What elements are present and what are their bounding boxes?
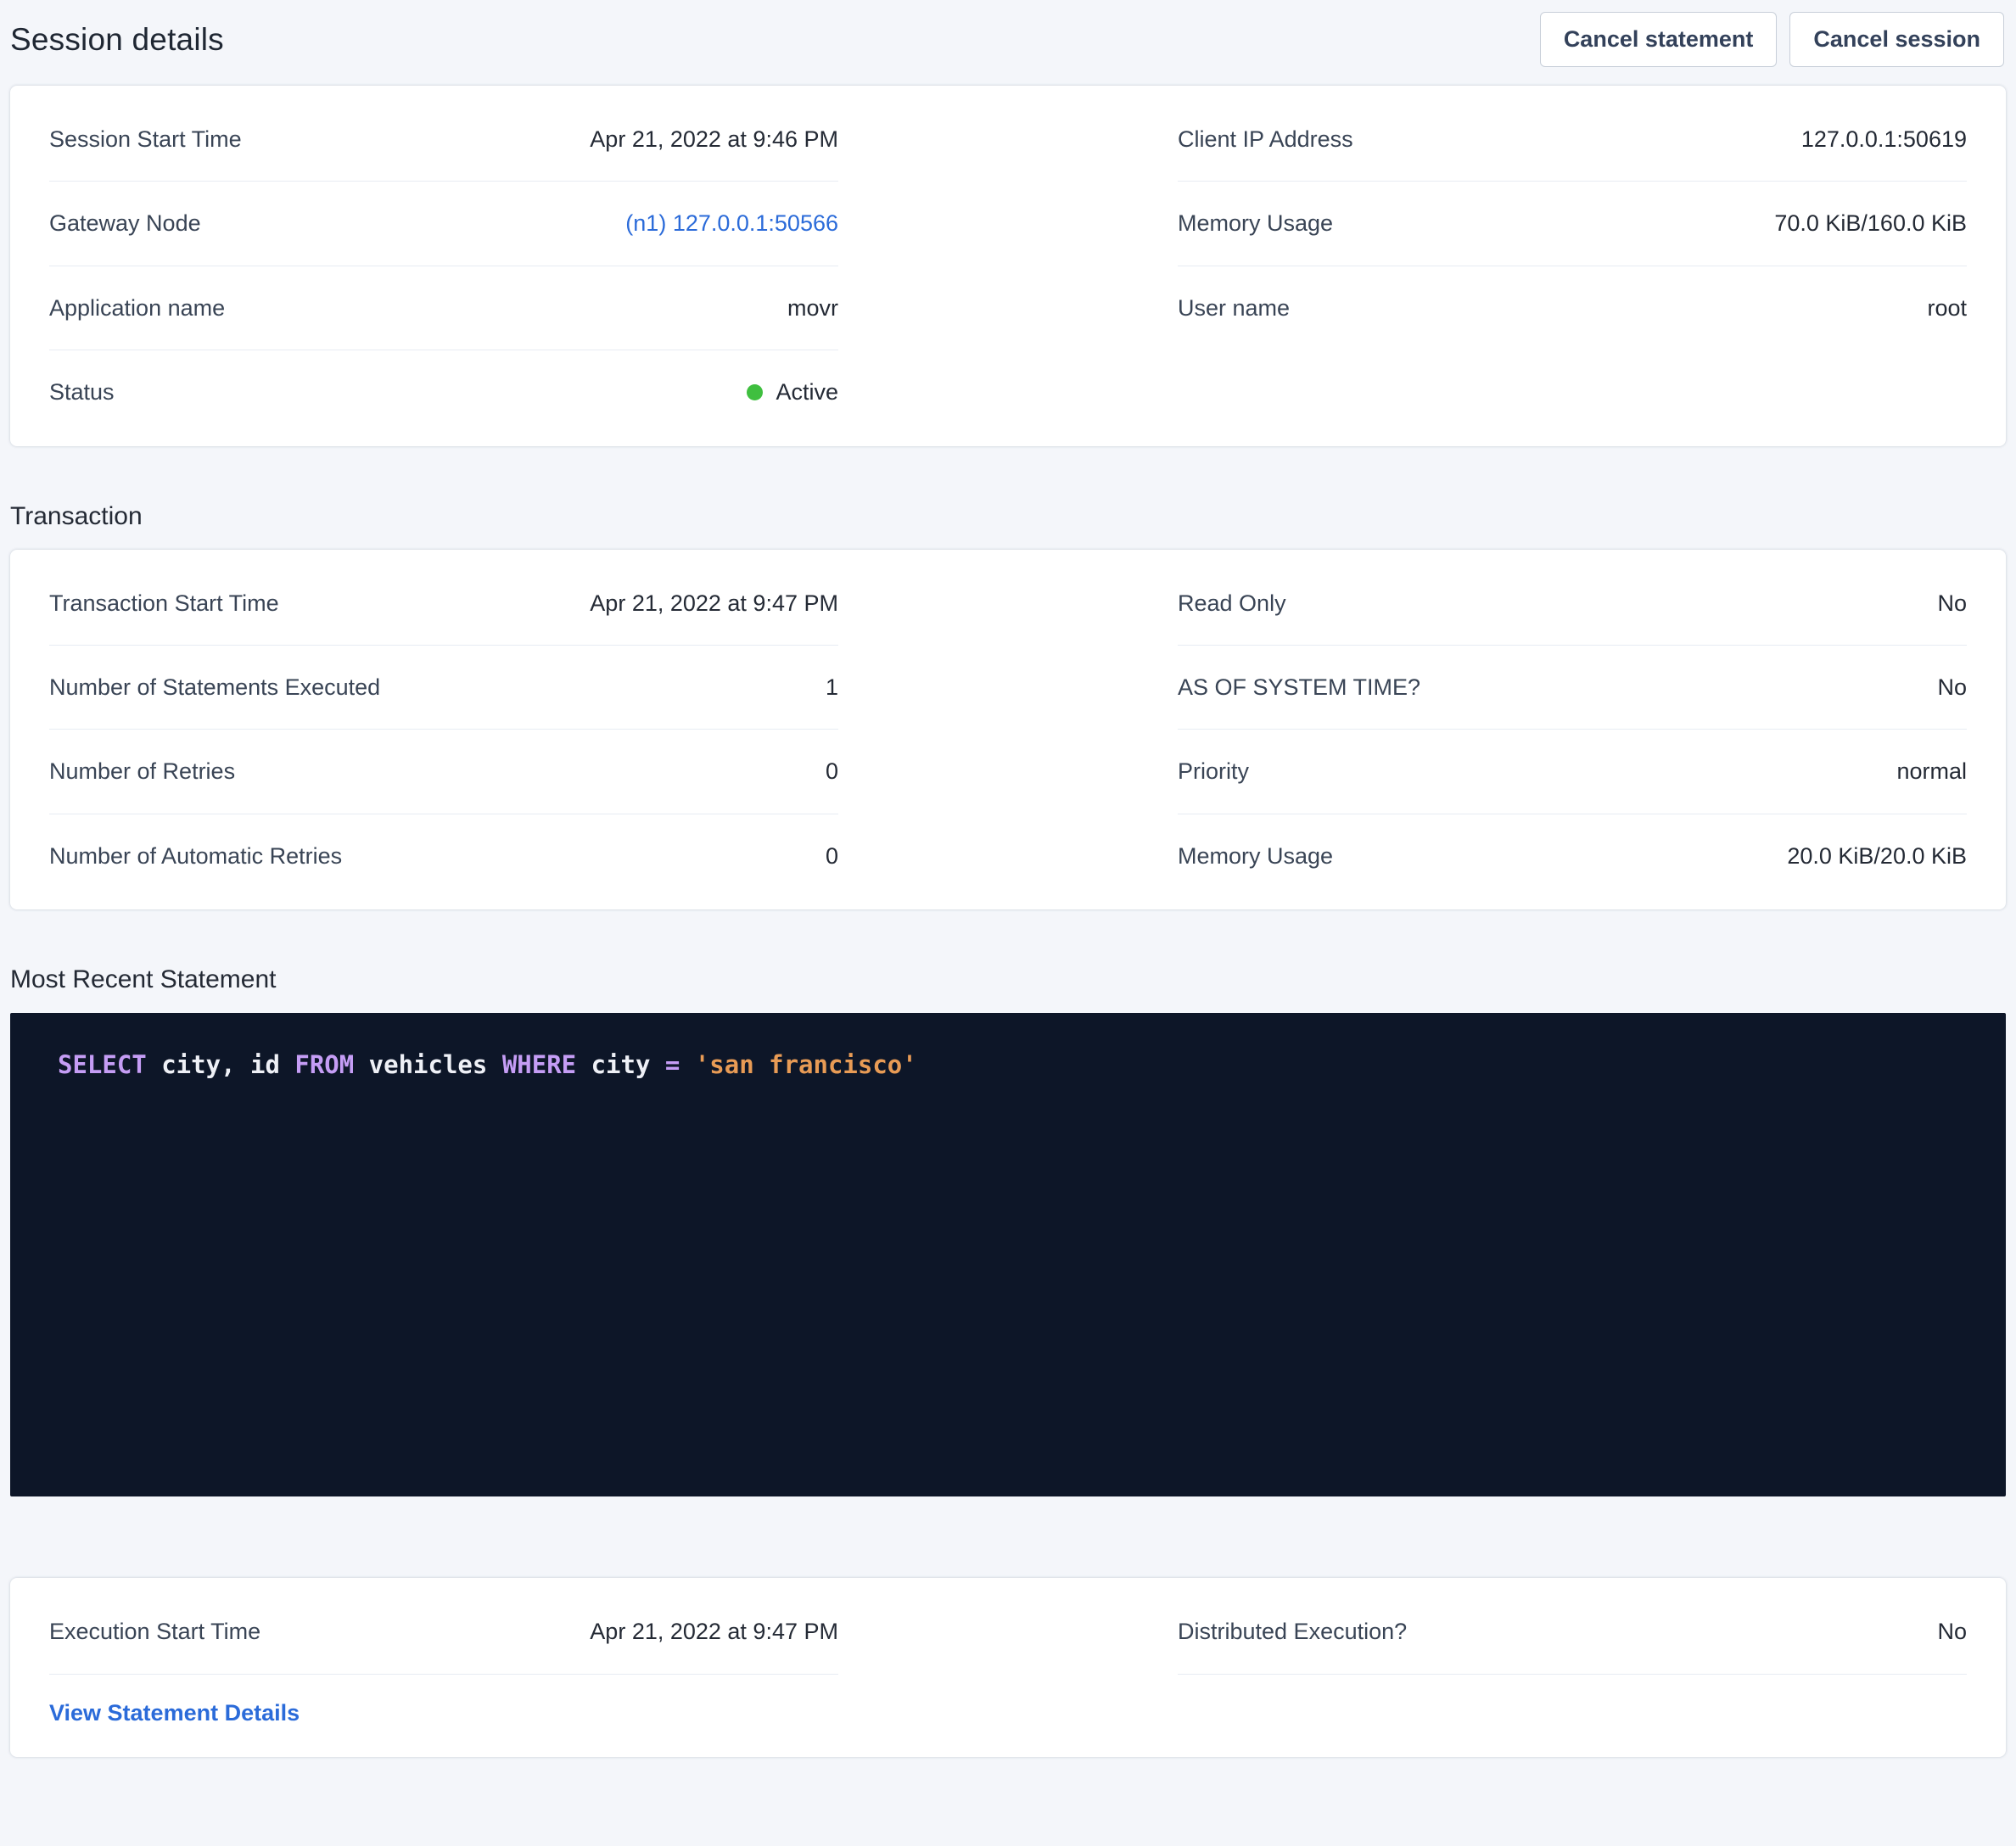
row-label: AS OF SYSTEM TIME? <box>1178 674 1420 701</box>
cancel-session-button[interactable]: Cancel session <box>1789 12 2004 67</box>
row-label: Memory Usage <box>1178 842 1333 870</box>
gateway-node-link[interactable]: (n1) 127.0.0.1:50566 <box>625 210 838 237</box>
sql-token-string: 'san francisco' <box>695 1050 917 1079</box>
automatic-retries-row: Number of Automatic Retries 0 <box>49 814 838 898</box>
row-label: Number of Automatic Retries <box>49 842 342 870</box>
client-ip-row: Client IP Address 127.0.0.1:50619 <box>1178 98 1967 182</box>
execution-card: Execution Start Time Apr 21, 2022 at 9:4… <box>10 1578 2006 1756</box>
row-label: Memory Usage <box>1178 210 1333 237</box>
row-value: 127.0.0.1:50619 <box>1801 126 1967 153</box>
row-value: Apr 21, 2022 at 9:46 PM <box>590 126 838 153</box>
row-label: Number of Statements Executed <box>49 674 380 701</box>
status-active-dot <box>747 384 763 400</box>
most-recent-statement-heading: Most Recent Statement <box>10 965 2006 994</box>
user-name-row: User name root <box>1178 266 1967 350</box>
as-of-system-time-row: AS OF SYSTEM TIME? No <box>1178 646 1967 730</box>
transaction-card-left-column: Transaction Start Time Apr 21, 2022 at 9… <box>49 562 838 898</box>
session-card-left-column: Session Start Time Apr 21, 2022 at 9:46 … <box>49 98 838 434</box>
row-label: Application name <box>49 294 225 322</box>
sql-token-keyword: SELECT <box>58 1050 147 1079</box>
transaction-start-time-row: Transaction Start Time Apr 21, 2022 at 9… <box>49 562 838 646</box>
header-actions: Cancel statement Cancel session <box>1540 12 2004 67</box>
cancel-statement-button[interactable]: Cancel statement <box>1540 12 1778 67</box>
row-value: No <box>1937 674 1967 701</box>
row-label: User name <box>1178 294 1290 322</box>
execution-start-time-row: Execution Start Time Apr 21, 2022 at 9:4… <box>49 1590 838 1674</box>
statements-executed-row: Number of Statements Executed 1 <box>49 646 838 730</box>
transaction-card-right-column: Read Only No AS OF SYSTEM TIME? No Prior… <box>1178 562 1967 898</box>
status-row: Status Active <box>49 350 838 434</box>
sql-statement-box: SELECT city, id FROM vehicles WHERE city… <box>10 1013 2006 1496</box>
row-value: normal <box>1896 758 1967 785</box>
transaction-memory-usage-row: Memory Usage 20.0 KiB/20.0 KiB <box>1178 814 1967 898</box>
row-label: Transaction Start Time <box>49 590 279 617</box>
execution-card-right-column: Distributed Execution? No <box>1178 1590 1967 1674</box>
session-card-right-column: Client IP Address 127.0.0.1:50619 Memory… <box>1178 98 1967 350</box>
sql-token-plain: vehicles <box>354 1050 502 1079</box>
row-label: Distributed Execution? <box>1178 1618 1407 1645</box>
row-value: 0 <box>826 842 838 870</box>
row-value: 20.0 KiB/20.0 KiB <box>1787 842 1967 870</box>
session-memory-usage-row: Memory Usage 70.0 KiB/160.0 KiB <box>1178 182 1967 266</box>
session-summary-card: Session Start Time Apr 21, 2022 at 9:46 … <box>10 86 2006 446</box>
session-start-time-row: Session Start Time Apr 21, 2022 at 9:46 … <box>49 98 838 182</box>
transaction-card: Transaction Start Time Apr 21, 2022 at 9… <box>10 550 2006 910</box>
view-statement-details-link[interactable]: View Statement Details <box>49 1700 300 1726</box>
row-label: Status <box>49 378 115 406</box>
row-value: movr <box>787 294 838 322</box>
status-badge: Active <box>747 378 838 406</box>
row-value: Apr 21, 2022 at 9:47 PM <box>590 1618 838 1645</box>
distributed-execution-row: Distributed Execution? No <box>1178 1590 1967 1674</box>
row-label: Execution Start Time <box>49 1618 260 1645</box>
row-value: Apr 21, 2022 at 9:47 PM <box>590 590 838 617</box>
read-only-row: Read Only No <box>1178 562 1967 646</box>
status-text: Active <box>776 378 838 406</box>
row-value: No <box>1937 1618 1967 1645</box>
row-label: Number of Retries <box>49 758 235 785</box>
sql-token-keyword: = <box>665 1050 695 1079</box>
page-title: Session details <box>10 22 224 58</box>
row-value: 70.0 KiB/160.0 KiB <box>1774 210 1967 237</box>
number-of-retries-row: Number of Retries 0 <box>49 730 838 814</box>
row-value: 1 <box>826 674 838 701</box>
application-name-row: Application name movr <box>49 266 838 350</box>
gateway-node-row: Gateway Node (n1) 127.0.0.1:50566 <box>49 182 838 266</box>
row-label: Priority <box>1178 758 1249 785</box>
priority-row: Priority normal <box>1178 730 1967 814</box>
sql-token-plain: city, id <box>147 1050 295 1079</box>
row-label: Gateway Node <box>49 210 201 237</box>
row-value: 0 <box>826 758 838 785</box>
view-statement-details-row: View Statement Details <box>49 1675 838 1745</box>
execution-card-left-column: Execution Start Time Apr 21, 2022 at 9:4… <box>49 1590 838 1744</box>
session-details-page: Session details Cancel statement Cancel … <box>0 0 2016 1777</box>
row-label: Session Start Time <box>49 126 242 153</box>
row-value: root <box>1927 294 1967 322</box>
row-label: Client IP Address <box>1178 126 1353 153</box>
sql-token-keyword: FROM <box>294 1050 354 1079</box>
page-header: Session details Cancel statement Cancel … <box>10 0 2006 86</box>
row-label: Read Only <box>1178 590 1286 617</box>
transaction-section-heading: Transaction <box>10 502 2006 531</box>
row-value: No <box>1937 590 1967 617</box>
sql-token-plain: city <box>576 1050 665 1079</box>
sql-token-keyword: WHERE <box>502 1050 576 1079</box>
